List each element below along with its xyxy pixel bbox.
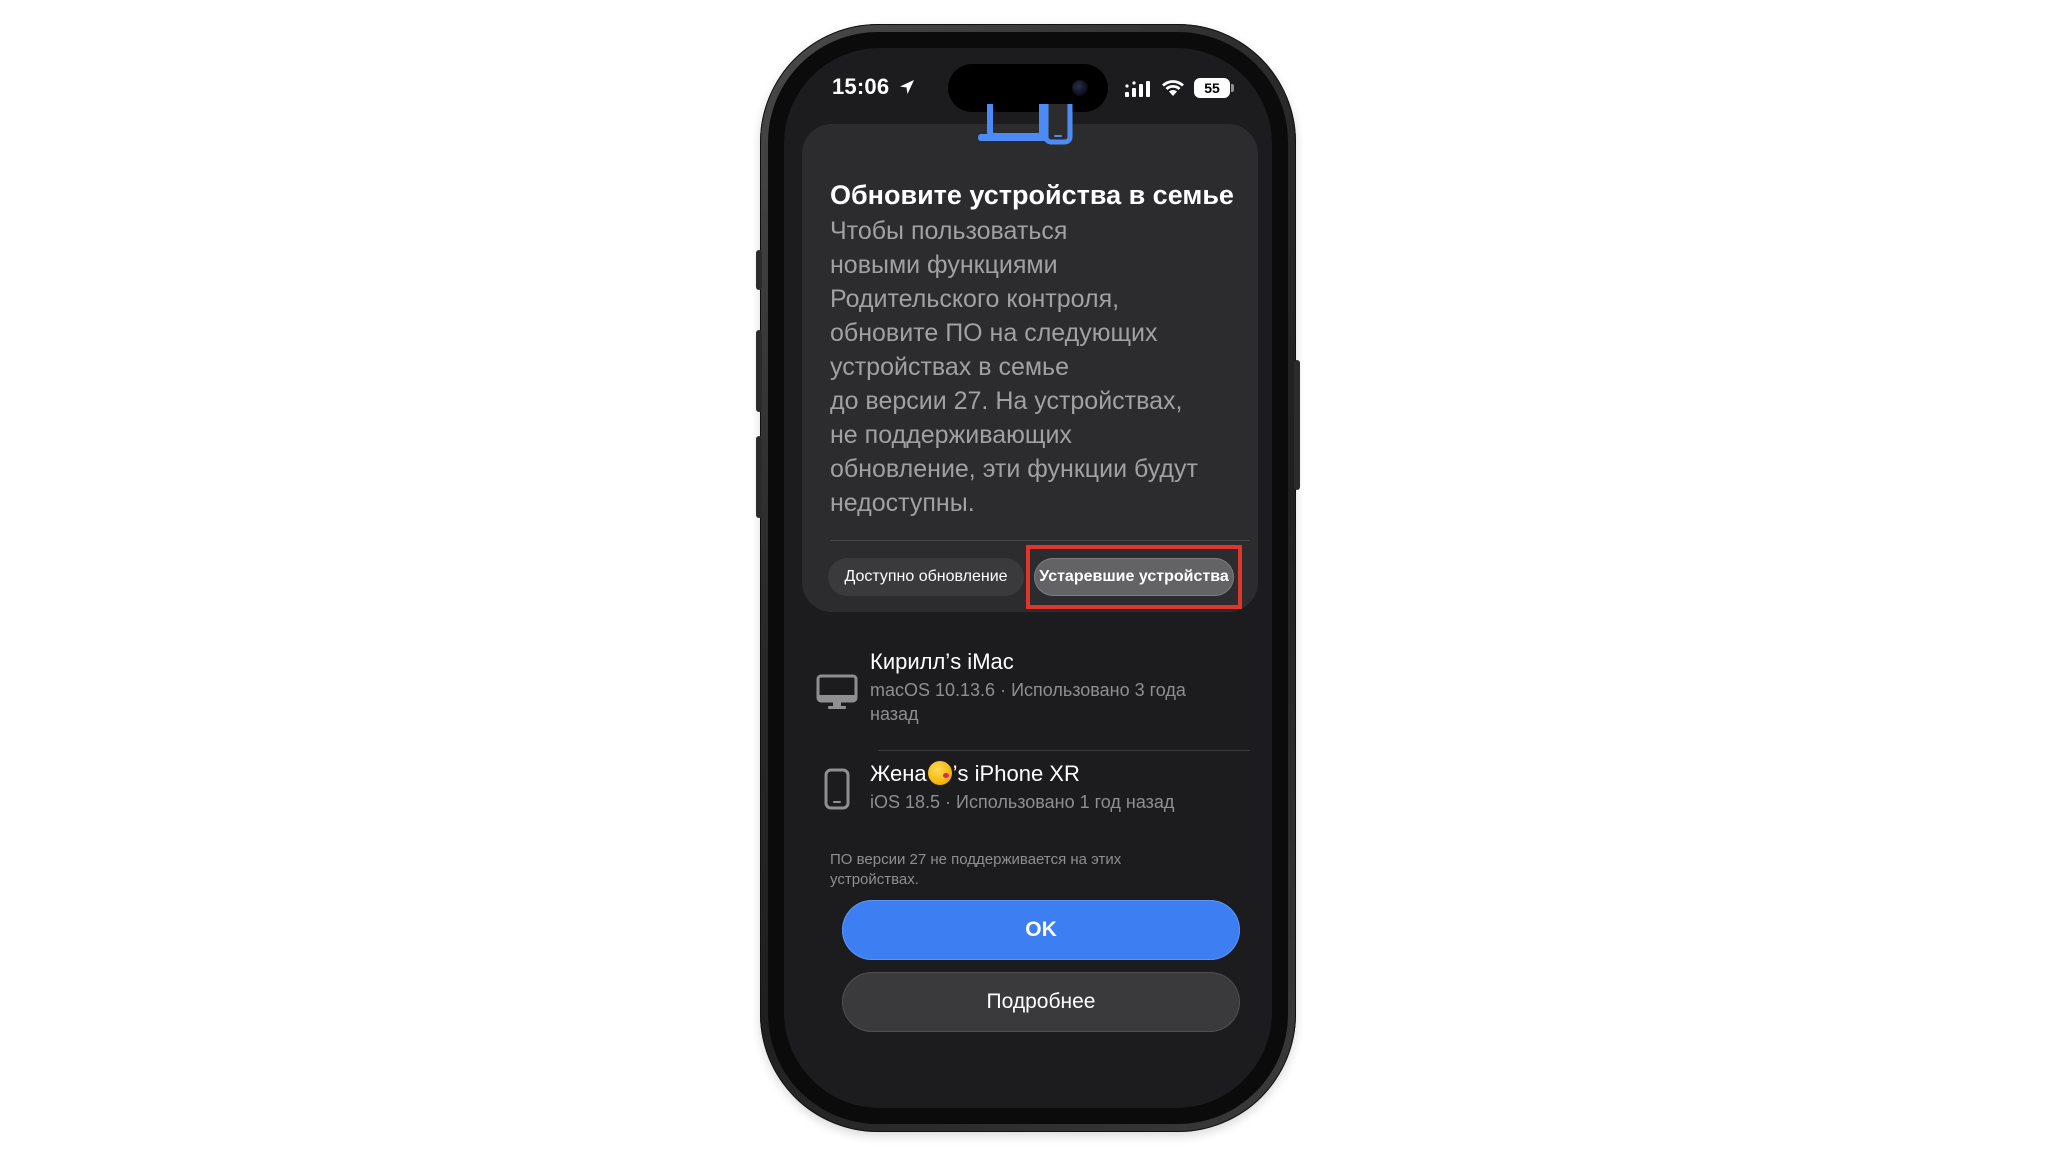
volume-up-button	[756, 330, 762, 412]
cellular-signal-icon	[1125, 81, 1150, 97]
kissing-face-emoji-icon	[927, 761, 952, 785]
device-detail-imac: macOS 10.13.6 · Использовано 3 года наза…	[870, 680, 1186, 724]
status-time: 15:06	[832, 74, 890, 99]
device-name-iphone-part2: ’s iPhone XR	[952, 761, 1080, 786]
location-arrow-icon	[900, 80, 914, 94]
side-power-button	[1294, 360, 1300, 490]
footnote-text: ПО версии 27 не поддерживается на этих у…	[830, 851, 1122, 888]
annotation-highlight-box	[1026, 545, 1242, 609]
action-button	[756, 250, 762, 290]
device-name-imac: Кирилл’s iMac	[870, 649, 1014, 674]
device-detail-iphone: iOS 18.5 · Использовано 1 год назад	[870, 792, 1175, 812]
device-name-iphone-part1: Жена	[870, 761, 927, 786]
imac-icon	[816, 674, 858, 709]
screenshot-stage: 15:06 55 Обновите устройства в семье Что…	[0, 0, 2048, 1152]
battery-icon: 55	[1194, 78, 1230, 98]
learn-more-button[interactable]: Подробнее	[842, 972, 1240, 1032]
wifi-icon	[1162, 80, 1184, 96]
device-name-iphone: Жена ’s iPhone XR	[870, 760, 1080, 788]
iphone-icon	[824, 768, 850, 810]
battery-cap	[1231, 84, 1234, 92]
card-divider	[830, 540, 1250, 541]
front-camera	[1072, 80, 1088, 96]
card-description: Чтобы пользоваться новыми функциями Роди…	[830, 217, 1198, 517]
volume-down-button	[756, 436, 762, 518]
list-divider	[878, 750, 1250, 751]
segment-available-update[interactable]: Доступно обновление	[828, 558, 1024, 596]
card-title: Обновите устройства в семье	[830, 180, 1234, 210]
ok-button[interactable]: OK	[842, 900, 1240, 960]
devices-illustration-icon	[978, 104, 1073, 145]
